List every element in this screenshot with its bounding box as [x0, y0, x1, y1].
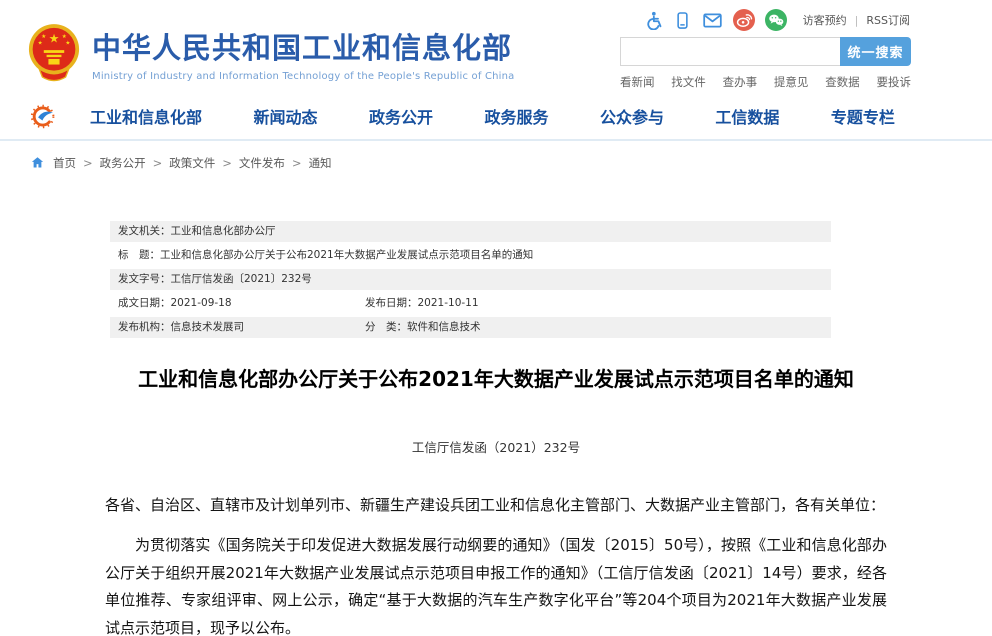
quick-link-services[interactable]: 查办事: [723, 74, 758, 90]
article-doc-number: 工信厅信发函（2021）232号: [105, 437, 887, 456]
accessibility-icon[interactable]: [643, 10, 663, 30]
breadcrumb: 首页 > 政务公开 > 政策文件 > 文件发布 > 通知: [0, 141, 992, 184]
weibo-icon[interactable]: [733, 9, 755, 31]
meta-label: 分 类：: [365, 317, 407, 338]
svg-text:★: ★: [49, 32, 60, 46]
meta-row-org-category: 发布机构： 信息技术发展司 分 类： 软件和信息技术: [110, 317, 831, 338]
article-title: 工业和信息化部办公厅关于公布2021年大数据产业发展试点示范项目名单的通知: [105, 365, 887, 393]
meta-value: 2021-09-18: [171, 293, 232, 314]
document-content: 发文机关： 工业和信息化部办公厅 标 题： 工业和信息化部办公厅关于公布2021…: [0, 221, 992, 636]
quick-link-suggestions[interactable]: 提意见: [774, 74, 809, 90]
breadcrumb-separator: >: [153, 156, 163, 170]
svg-text:★: ★: [41, 33, 46, 40]
quick-link-complaints[interactable]: 要投诉: [876, 74, 911, 90]
meta-row-title: 标 题： 工业和信息化部办公厅关于公布2021年大数据产业发展试点示范项目名单的…: [110, 245, 831, 266]
breadcrumb-separator: >: [83, 156, 93, 170]
meta-value: 工信厅信发函〔2021〕232号: [171, 269, 312, 290]
meta-value: 信息技术发展司: [171, 317, 245, 338]
breadcrumb-gov-openness[interactable]: 政务公开: [100, 155, 146, 171]
meta-value: 工业和信息化部办公厅关于公布2021年大数据产业发展试点示范项目名单的通知: [160, 245, 533, 266]
search-area: 统一搜索 看新闻 找文件 查办事 提意见 查数据 要投诉: [620, 37, 911, 90]
topbar-links: 访客预约 | RSS订阅: [803, 12, 910, 28]
nav-item-gov-openness[interactable]: 政务公开: [369, 104, 433, 128]
visitor-appointment-link[interactable]: 访客预约: [803, 12, 847, 28]
meta-value: 2021-10-11: [418, 293, 479, 314]
topbar-divider: |: [855, 14, 859, 27]
meta-label: 成文日期：: [118, 293, 171, 314]
mobile-icon[interactable]: [673, 11, 692, 30]
svg-text:★: ★: [65, 40, 70, 47]
breadcrumb-separator: >: [292, 156, 302, 170]
ministry-name: 中华人民共和国工业和信息化部: [92, 25, 515, 67]
article-salutation: 各省、自治区、直辖市及计划单列市、新疆生产建设兵团工业和信息化主管部门、大数据产…: [105, 492, 887, 519]
article-body-paragraph: 为贯彻落实《国务院关于印发促进大数据发展行动纲要的通知》（国发〔2015〕50号…: [105, 532, 887, 636]
nav-item-miit-data[interactable]: 工信数据: [715, 104, 779, 128]
ministry-title-block: 中华人民共和国工业和信息化部 Ministry of Industry and …: [92, 25, 515, 82]
nav-item-home[interactable]: 工业和信息化部: [90, 104, 202, 128]
quick-link-documents[interactable]: 找文件: [671, 74, 706, 90]
mail-icon[interactable]: [702, 10, 723, 31]
meta-row-dates: 成文日期： 2021-09-18 发布日期： 2021-10-11: [110, 293, 831, 314]
meta-row-issuing-office: 发文机关： 工业和信息化部办公厅: [110, 221, 831, 242]
gear-e-logo-icon[interactable]: [30, 103, 57, 130]
topbar: 访客预约 | RSS订阅: [643, 8, 910, 32]
meta-value: 软件和信息技术: [407, 317, 481, 338]
svg-text:★: ★: [38, 40, 43, 47]
home-icon[interactable]: [30, 155, 45, 170]
nav-item-gov-services[interactable]: 政务服务: [484, 104, 548, 128]
main-nav: 工业和信息化部 新闻动态 政务公开 政务服务 公众参与 工信数据 专题专栏: [0, 92, 992, 141]
meta-label: 发布机构：: [118, 317, 171, 338]
meta-label: 标 题：: [118, 245, 160, 266]
breadcrumb-policy-documents[interactable]: 政策文件: [169, 155, 215, 171]
ministry-name-english: Ministry of Industry and Information Tec…: [92, 71, 515, 82]
nav-item-news[interactable]: 新闻动态: [253, 104, 317, 128]
document-meta-table: 发文机关： 工业和信息化部办公厅 标 题： 工业和信息化部办公厅关于公布2021…: [110, 221, 831, 338]
quick-link-data[interactable]: 查数据: [825, 74, 860, 90]
unified-search-button[interactable]: 统一搜索: [840, 37, 911, 66]
meta-label: 发文字号：: [118, 269, 171, 290]
search-quick-links: 看新闻 找文件 查办事 提意见 查数据 要投诉: [620, 74, 911, 90]
breadcrumb-home[interactable]: 首页: [53, 155, 76, 171]
search-input[interactable]: [620, 37, 840, 66]
meta-row-doc-number: 发文字号： 工信厅信发函〔2021〕232号: [110, 269, 831, 290]
wechat-icon[interactable]: [765, 9, 787, 31]
quick-link-news[interactable]: 看新闻: [620, 74, 655, 90]
meta-label: 发文机关：: [118, 221, 171, 242]
breadcrumb-notice[interactable]: 通知: [309, 155, 332, 171]
breadcrumb-separator: >: [222, 156, 232, 170]
svg-text:★: ★: [62, 33, 67, 40]
meta-value: 工业和信息化部办公厅: [171, 221, 276, 242]
nav-item-special-topics[interactable]: 专题专栏: [831, 104, 895, 128]
rss-subscribe-link[interactable]: RSS订阅: [866, 12, 910, 28]
meta-label: 发布日期：: [365, 293, 418, 314]
nav-item-public-participation[interactable]: 公众参与: [600, 104, 664, 128]
national-emblem: ★ ★ ★ ★ ★: [28, 22, 80, 82]
site-header: ★ ★ ★ ★ ★ 中华人民共和国工业和信息化部 Ministry of Ind…: [0, 0, 992, 92]
breadcrumb-document-release[interactable]: 文件发布: [239, 155, 285, 171]
